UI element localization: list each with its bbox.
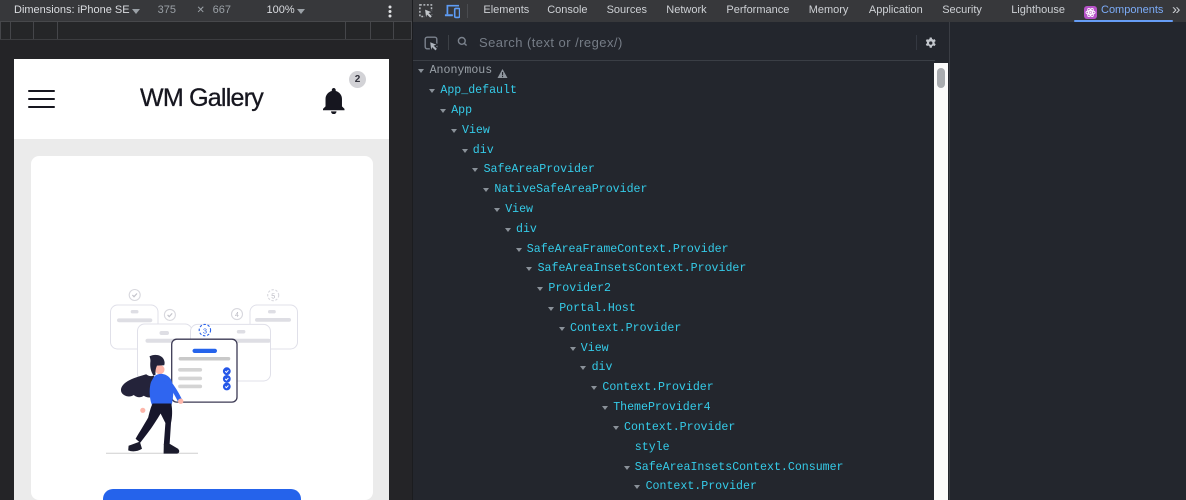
svg-text:5: 5: [271, 293, 275, 300]
svg-text:3: 3: [203, 326, 207, 335]
svg-text:4: 4: [235, 312, 239, 319]
